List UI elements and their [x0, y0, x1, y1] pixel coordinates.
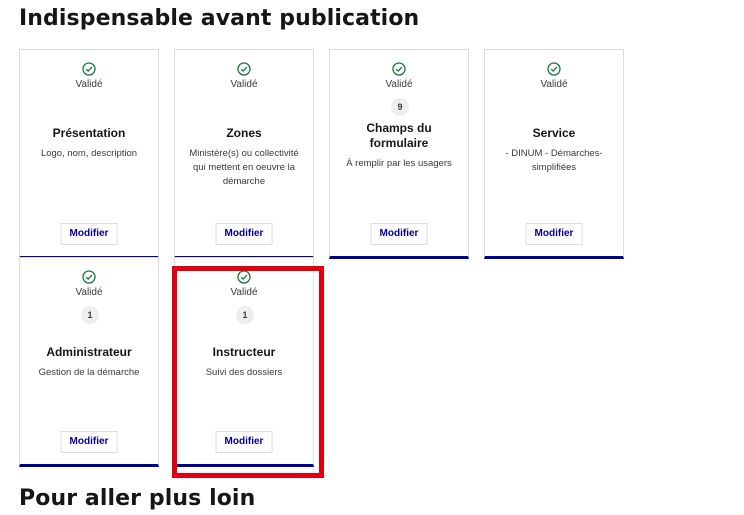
card-description: Logo, nom, description: [40, 148, 138, 159]
check-circle-icon: [175, 62, 313, 78]
card-status: Validé: [75, 287, 103, 298]
card-title: Instructeur: [212, 345, 276, 359]
card-description: Ministère(s) ou collectivité qui mettent…: [189, 148, 299, 187]
next-section-title: Pour aller plus loin: [19, 486, 256, 511]
card-status: Validé: [230, 79, 258, 90]
modify-service-button[interactable]: Modifier: [525, 223, 583, 245]
card-title: Service: [532, 126, 576, 140]
card-status: Validé: [540, 79, 568, 90]
card-service: Validé Service - DINUM - Démarches-simpl…: [484, 49, 624, 259]
card-description: Suivi des dossiers: [205, 367, 283, 378]
card-administrator: Validé 1 Administrateur Gestion de la dé…: [19, 257, 159, 467]
card-zones: Validé Zones Ministère(s) ou collectivit…: [174, 49, 314, 259]
card-description: - DINUM - Démarches-simplifiées: [505, 148, 603, 173]
card-title: Zones: [226, 126, 262, 140]
card-presentation: Validé Présentation Logo, nom, descripti…: [19, 49, 159, 259]
card-description: À remplir par les usagers: [346, 158, 452, 169]
count-badge: 9: [391, 98, 409, 116]
card-title: Administrateur: [46, 345, 132, 359]
card-instructor: Validé 1 Instructeur Suivi des dossiers …: [174, 257, 314, 467]
check-circle-icon: [175, 270, 313, 286]
card-description: Gestion de la démarche: [38, 367, 140, 378]
section-title: Indispensable avant publication: [19, 6, 420, 31]
check-circle-icon: [20, 62, 158, 78]
card-form-fields: Validé 9 Champs du formulaire À remplir …: [329, 49, 469, 259]
card-title: Présentation: [52, 126, 126, 140]
check-circle-icon: [330, 62, 468, 78]
check-circle-icon: [485, 62, 623, 78]
card-status: Validé: [385, 79, 413, 90]
modify-presentation-button[interactable]: Modifier: [60, 223, 118, 245]
modify-zones-button[interactable]: Modifier: [215, 223, 273, 245]
check-circle-icon: [20, 270, 158, 286]
modify-instructor-button[interactable]: Modifier: [215, 431, 273, 453]
card-status: Validé: [75, 79, 103, 90]
modify-administrator-button[interactable]: Modifier: [60, 431, 118, 453]
count-badge: 1: [81, 306, 99, 324]
modify-form-fields-button[interactable]: Modifier: [370, 223, 428, 245]
count-badge: 1: [236, 306, 254, 324]
card-title: Champs du formulaire: [366, 121, 432, 150]
card-status: Validé: [230, 287, 258, 298]
